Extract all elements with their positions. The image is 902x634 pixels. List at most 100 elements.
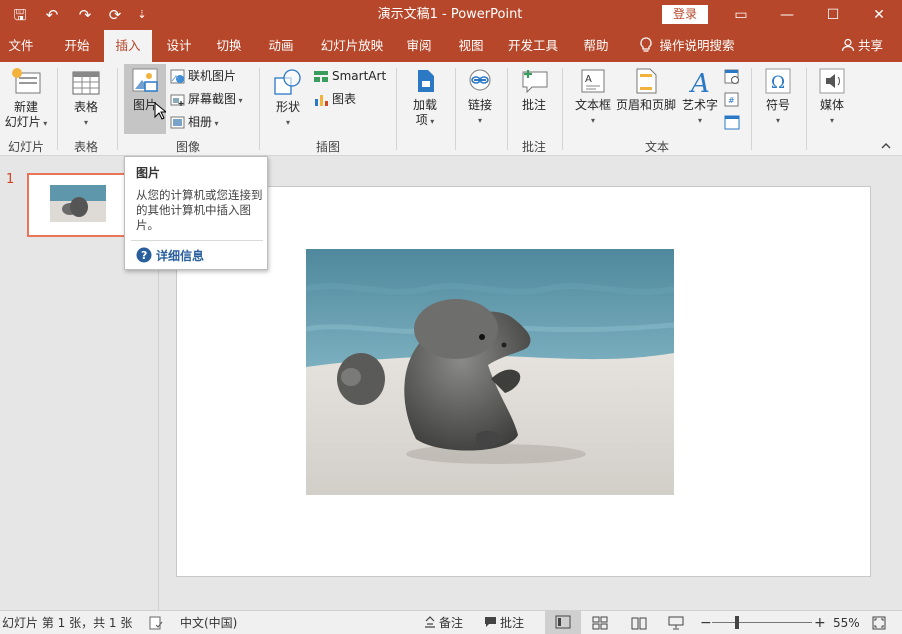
reading-view-icon[interactable]	[631, 616, 647, 630]
header-footer-button[interactable]: 页眉和页脚	[615, 66, 677, 113]
share-label: 共享	[857, 38, 883, 53]
group-label-slides: 幻灯片	[7, 140, 44, 154]
redo-icon[interactable]: ↷	[72, 0, 98, 30]
zoom-slider-track[interactable]	[712, 622, 812, 623]
slideshow-icon[interactable]	[668, 616, 684, 630]
group-divider	[562, 68, 563, 150]
smartart-icon	[314, 71, 328, 82]
start-presentation-icon[interactable]: ⟳	[102, 0, 128, 30]
tab-developer[interactable]: 开发工具	[500, 30, 566, 62]
date-time-icon[interactable]	[724, 69, 740, 85]
comments-button[interactable]: 批注	[484, 611, 524, 634]
language-status[interactable]: 中文(中国)	[180, 611, 237, 634]
picture-icon	[132, 68, 158, 92]
close-button[interactable]: ✕	[856, 0, 902, 30]
wordart-icon: A	[689, 69, 710, 96]
chevron-down-icon: ▾	[697, 116, 702, 125]
speaker-icon	[819, 68, 845, 94]
slide-number-icon[interactable]: #	[724, 92, 740, 108]
chevron-down-icon: ▾	[590, 116, 595, 125]
zoom-in-button[interactable]: +	[814, 611, 826, 634]
symbol-button[interactable]: Ω 符号 ▾	[758, 66, 798, 128]
fit-to-window-icon[interactable]	[872, 616, 886, 630]
tab-review[interactable]: 审阅	[396, 30, 442, 62]
screenshot-label: 屏幕截图	[188, 92, 237, 106]
chevron-down-icon: ▾	[83, 118, 88, 127]
object-icon[interactable]	[724, 115, 740, 131]
photo-album-button[interactable]: 相册 ▾	[170, 112, 219, 132]
header-footer-icon	[636, 68, 657, 94]
group-divider	[507, 68, 508, 150]
header-footer-label: 页眉和页脚	[615, 98, 676, 112]
picture-button[interactable]: 图片	[124, 64, 166, 134]
comment-icon	[485, 617, 496, 627]
link-button[interactable]: 链接 ▾	[460, 66, 500, 128]
normal-view-button[interactable]	[545, 611, 581, 634]
chevron-down-icon: ▾	[477, 116, 482, 125]
tab-animations[interactable]: 动画	[258, 30, 304, 62]
online-picture-button[interactable]: 联机图片	[170, 66, 236, 86]
addins-label: 加载	[412, 98, 437, 112]
comment-button[interactable]: 批注	[514, 66, 554, 113]
new-slide-button[interactable]: 新建 幻灯片 ▾	[2, 66, 50, 131]
slide-thumbnail[interactable]	[27, 173, 131, 237]
minimize-button[interactable]: —	[764, 0, 810, 30]
addins-icon	[418, 70, 434, 92]
tab-view[interactable]: 视图	[448, 30, 494, 62]
tab-design[interactable]: 设计	[156, 30, 202, 62]
group-label-text: 文本	[644, 140, 669, 154]
group-label-illustrations: 插图	[315, 140, 340, 154]
person-icon	[841, 38, 855, 52]
zoom-level[interactable]: 55%	[833, 611, 860, 634]
textbox-label: 文本框	[574, 98, 611, 112]
link-label: 链接	[467, 98, 492, 112]
shapes-button[interactable]: 形状 ▾	[268, 66, 308, 130]
tab-insert[interactable]: 插入	[104, 30, 152, 62]
tooltip-more-info-link[interactable]: ? 详细信息	[136, 247, 204, 265]
group-divider	[455, 68, 456, 150]
addins-button[interactable]: 加载 项 ▾	[405, 66, 445, 129]
seal-photo[interactable]	[306, 249, 674, 495]
login-button[interactable]: 登录	[662, 5, 708, 24]
online-picture-label: 联机图片	[188, 69, 237, 83]
customize-quick-access-icon[interactable]: ⇣	[132, 0, 152, 30]
tab-file[interactable]: 文件	[0, 30, 42, 62]
maximize-button[interactable]: ☐	[810, 0, 856, 30]
tab-home[interactable]: 开始	[54, 30, 100, 62]
comment-icon	[522, 70, 548, 94]
share-button[interactable]: 共享	[832, 30, 892, 62]
help-icon: ?	[136, 247, 152, 263]
save-icon[interactable]: 🖫	[6, 0, 34, 30]
screenshot-button[interactable]: 屏幕截图 ▾	[170, 89, 243, 109]
zoom-slider-thumb[interactable]	[735, 616, 739, 629]
accessibility-check-icon[interactable]	[149, 616, 163, 630]
tab-help[interactable]: 帮助	[574, 30, 618, 62]
smartart-button[interactable]: SmartArt	[313, 66, 386, 86]
slide-count-status: 幻灯片 第 1 张，共 1 张	[2, 616, 133, 630]
wordart-button[interactable]: A 艺术字 ▾	[680, 66, 720, 128]
group-label-images: 图像	[175, 140, 200, 154]
zoom-out-button[interactable]: −	[700, 611, 712, 634]
title-bar: 🖫 ↶ ↷ ⟳ ⇣ 演示文稿1 - PowerPoint 登录 ▭ — ☐ ✕	[0, 0, 902, 30]
photo-album-label: 相册	[188, 115, 213, 129]
photo-album-icon	[170, 116, 185, 129]
tab-transitions[interactable]: 切换	[206, 30, 252, 62]
table-button[interactable]: 表格 ▾	[66, 66, 106, 130]
svg-text:A: A	[689, 69, 710, 96]
textbox-button[interactable]: A 文本框 ▾	[572, 66, 614, 128]
tab-slideshow[interactable]: 幻灯片放映	[314, 30, 390, 62]
shapes-label: 形状	[275, 100, 300, 114]
tooltip-divider	[131, 240, 263, 241]
chart-button[interactable]: 图表	[313, 89, 356, 109]
collapse-ribbon-icon[interactable]	[880, 141, 892, 151]
chart-label: 图表	[332, 92, 357, 106]
tell-me-search[interactable]: 操作说明搜索	[632, 30, 742, 62]
svg-text:A: A	[585, 74, 592, 85]
chevron-down-icon: ▾	[829, 116, 834, 125]
media-button[interactable]: 媒体 ▾	[812, 66, 852, 128]
slide-sorter-icon[interactable]	[592, 616, 608, 630]
undo-icon[interactable]: ↶	[38, 0, 66, 30]
table-icon	[72, 71, 100, 95]
ribbon-display-options-icon[interactable]: ▭	[718, 0, 764, 30]
notes-button[interactable]: 备注	[424, 611, 463, 634]
